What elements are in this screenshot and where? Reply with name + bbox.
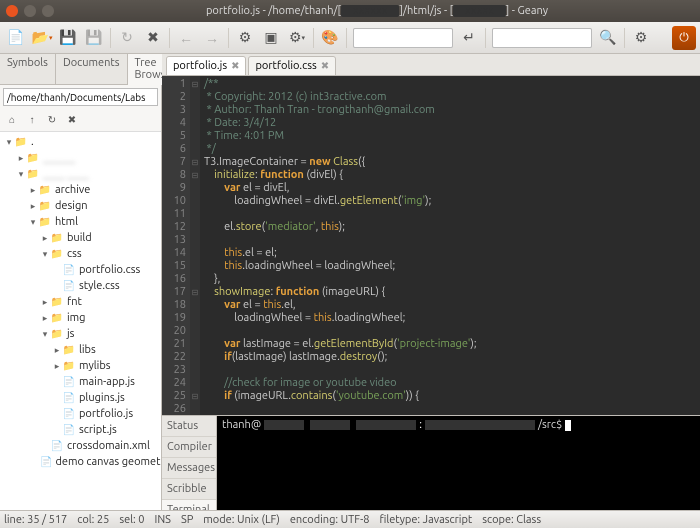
status-sp[interactable]: SP <box>181 514 193 526</box>
window-maximize-button[interactable] <box>42 5 54 17</box>
search-button[interactable]: 🔍 <box>596 26 620 50</box>
file-icon: 📄 <box>62 391 76 405</box>
tree-file[interactable]: 📄portfolio.js <box>0 406 161 422</box>
bottom-tab-status[interactable]: Status <box>162 416 216 437</box>
tree-folder[interactable]: ▾📁html <box>0 214 161 230</box>
open-file-button[interactable]: 📂▾ <box>30 26 54 50</box>
tree-folder[interactable]: ▾📁css <box>0 246 161 262</box>
document-tab[interactable]: portfolio.js✖ <box>166 56 246 75</box>
file-icon: 📄 <box>62 279 76 293</box>
tab-close-icon[interactable]: ✖ <box>321 60 329 72</box>
tree-folder[interactable]: ▾📁____ ____ <box>0 166 161 182</box>
search-input[interactable] <box>492 28 592 48</box>
file-tree[interactable]: ▾📁.▸📁______▾📁____ ____▸📁archive▸📁design▾… <box>0 132 161 510</box>
folder-icon: 📁 <box>38 199 52 213</box>
folder-icon: 📁 <box>26 167 40 181</box>
terminal-prompt: thanh@ <box>222 419 261 431</box>
tree-up-button[interactable]: ↑ <box>23 111 41 129</box>
tree-folder[interactable]: ▸📁mylibs <box>0 358 161 374</box>
nav-back-button[interactable]: ← <box>174 26 198 50</box>
quit-button[interactable]: ⏻ <box>672 26 696 50</box>
tree-folder[interactable]: ▾📁. <box>0 134 161 150</box>
folder-icon: 📁 <box>50 295 64 309</box>
color-chooser-button[interactable]: 🎨 <box>318 26 342 50</box>
tree-file[interactable]: 📄plugins.js <box>0 390 161 406</box>
folder-icon: 📁 <box>50 311 64 325</box>
status-filetype: filetype: Javascript <box>379 514 472 526</box>
save-all-button[interactable]: 💾 <box>82 26 106 50</box>
status-col: col: 25 <box>77 514 109 526</box>
file-icon: 📄 <box>62 375 76 389</box>
status-line: line: 35 / 517 <box>4 514 67 526</box>
document-tabs: portfolio.js✖portfolio.css✖ <box>162 54 700 76</box>
tree-path-input[interactable] <box>3 88 158 106</box>
file-icon: 📄 <box>62 423 76 437</box>
preferences-button[interactable]: ⚙ <box>629 26 653 50</box>
status-scope: scope: Class <box>482 514 541 526</box>
folder-icon: 📁 <box>62 343 76 357</box>
folder-icon: 📁 <box>14 135 28 149</box>
terminal-cursor <box>565 420 571 431</box>
status-encoding: encoding: UTF-8 <box>290 514 370 526</box>
tree-folder[interactable]: ▸📁libs <box>0 342 161 358</box>
tree-home-button[interactable]: ⌂ <box>3 111 21 129</box>
close-file-button[interactable]: ✖ <box>141 26 165 50</box>
folder-icon: 📁 <box>38 215 52 229</box>
window-titlebar: portfolio.js - /home/thanh/[xxxxxx]/html… <box>0 0 700 22</box>
window-close-button[interactable] <box>6 5 18 17</box>
folder-icon: 📁 <box>50 247 64 261</box>
file-icon: 📄 <box>62 263 76 277</box>
build-button[interactable]: ▣ <box>259 26 283 50</box>
status-mode: mode: Unix (LF) <box>203 514 280 526</box>
status-sel: sel: 0 <box>119 514 144 526</box>
folder-icon: 📁 <box>50 327 64 341</box>
status-bar: line: 35 / 517 col: 25 sel: 0 INS SP mod… <box>0 510 700 528</box>
document-tab[interactable]: portfolio.css✖ <box>248 56 336 75</box>
status-ins[interactable]: INS <box>155 514 171 526</box>
tab-close-icon[interactable]: ✖ <box>231 60 239 72</box>
main-toolbar: 📄 📂▾ 💾 💾 ↻ ✖ ← → ⚙ ▣ ⚙▾ 🎨 ↵ 🔍 ⚙ ⏻ <box>0 22 700 54</box>
tree-refresh-button[interactable]: ↻ <box>43 111 61 129</box>
window-title: portfolio.js - /home/thanh/[xxxxxx]/html… <box>60 5 694 17</box>
terminal-panel[interactable]: thanh@ : /src$ <box>217 416 700 510</box>
folder-icon: 📁 <box>38 183 52 197</box>
tree-folder[interactable]: ▸📁archive <box>0 182 161 198</box>
nav-forward-button[interactable]: → <box>200 26 224 50</box>
folder-icon: 📁 <box>50 231 64 245</box>
tree-file[interactable]: 📄script.js <box>0 422 161 438</box>
tree-folder[interactable]: ▸📁______ <box>0 150 161 166</box>
new-file-button[interactable]: 📄 <box>4 26 28 50</box>
tree-file[interactable]: 📄crossdomain.xml <box>0 438 161 454</box>
reload-button[interactable]: ↻ <box>115 26 139 50</box>
tree-folder[interactable]: ▸📁build <box>0 230 161 246</box>
file-icon: 📄 <box>50 439 64 453</box>
tree-file[interactable]: 📄style.css <box>0 278 161 294</box>
tree-file[interactable]: 📄main-app.js <box>0 374 161 390</box>
bottom-tab-messages[interactable]: Messages <box>162 458 216 479</box>
folder-icon: 📁 <box>62 359 76 373</box>
save-button[interactable]: 💾 <box>56 26 80 50</box>
tree-folder[interactable]: ▸📁design <box>0 198 161 214</box>
file-icon: 📄 <box>62 407 76 421</box>
window-minimize-button[interactable] <box>24 5 36 17</box>
compile-button[interactable]: ⚙ <box>233 26 257 50</box>
tree-file[interactable]: 📄portfolio.css <box>0 262 161 278</box>
tree-folder[interactable]: ▸📁fnt <box>0 294 161 310</box>
run-button[interactable]: ⚙▾ <box>285 26 309 50</box>
file-icon: 📄 <box>40 455 52 469</box>
sidebar-tab-symbols[interactable]: Symbols <box>0 54 56 84</box>
folder-icon: 📁 <box>26 151 40 165</box>
sidebar: SymbolsDocumentsTree Browser ⌂ ↑ ↻ ✖ ▾📁.… <box>0 54 162 510</box>
tree-folder[interactable]: ▸📁img <box>0 310 161 326</box>
tree-file[interactable]: 📄demo canvas geometry. <box>0 454 161 470</box>
tree-close-button[interactable]: ✖ <box>63 111 81 129</box>
tree-folder[interactable]: ▾📁js <box>0 326 161 342</box>
bottom-tab-scribble[interactable]: Scribble <box>162 479 216 500</box>
goto-line-input[interactable] <box>353 28 453 48</box>
code-editor[interactable]: 1234567891011121314151617181920212223242… <box>162 76 700 415</box>
sidebar-tab-documents[interactable]: Documents <box>56 54 128 84</box>
bottom-tab-compiler[interactable]: Compiler <box>162 437 216 458</box>
goto-line-button[interactable]: ↵ <box>457 26 481 50</box>
